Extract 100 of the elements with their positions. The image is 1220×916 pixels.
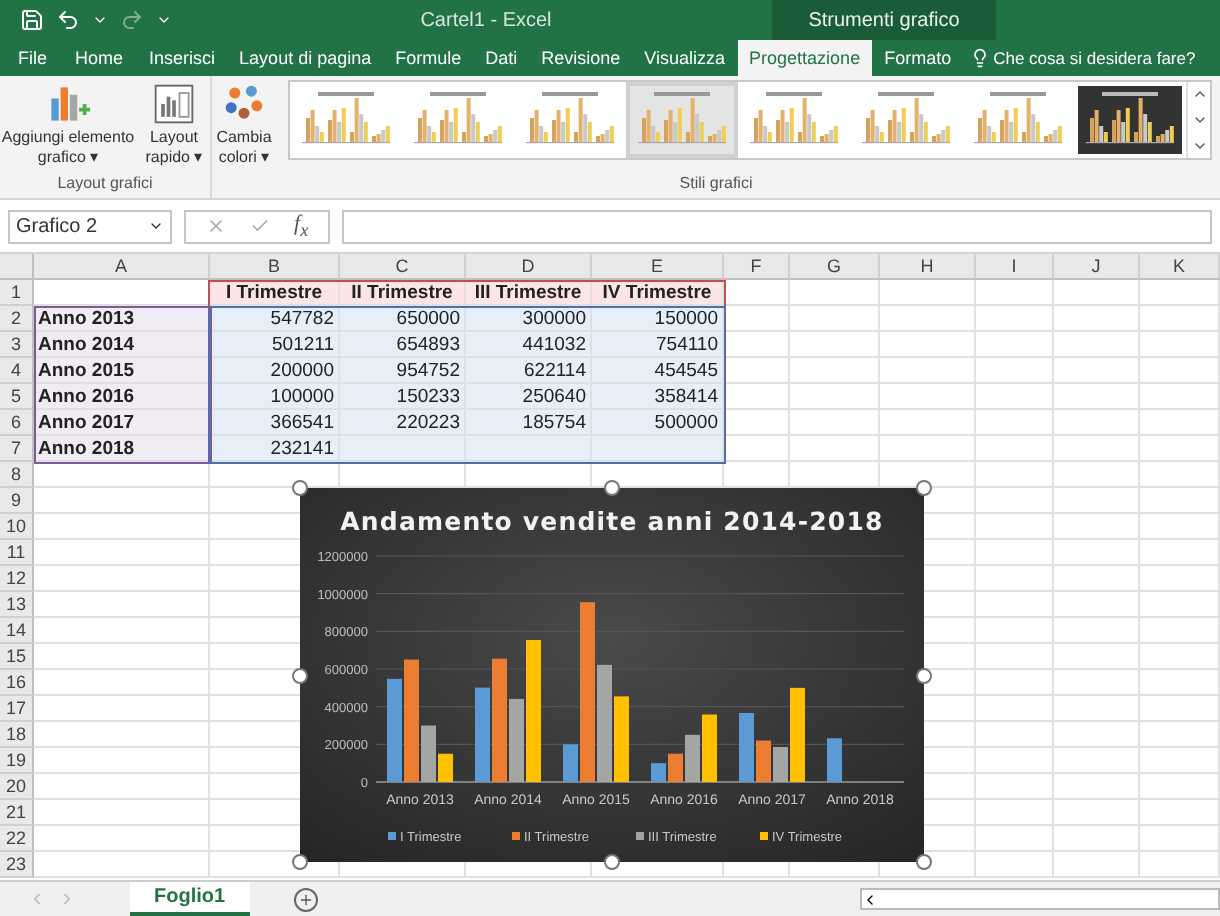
row-header[interactable]: 17 <box>0 696 34 722</box>
ribbon-tab[interactable]: Layout di pagina <box>227 40 384 76</box>
change-colors-button[interactable]: Cambia colori ▾ <box>212 80 276 166</box>
table-cell: 500000 <box>592 410 724 436</box>
column-header[interactable]: H <box>880 254 976 280</box>
column-header[interactable]: C <box>340 254 466 280</box>
table-cell <box>1054 280 1140 306</box>
save-icon[interactable] <box>20 8 44 32</box>
table-cell <box>976 852 1054 878</box>
row-header[interactable]: 9 <box>0 488 34 514</box>
row-header[interactable]: 21 <box>0 800 34 826</box>
table-cell <box>1054 644 1140 670</box>
ribbon-tab[interactable]: Progettazione <box>737 40 873 76</box>
row-header[interactable]: 20 <box>0 774 34 800</box>
column-header[interactable]: F <box>724 254 790 280</box>
row-header[interactable]: 14 <box>0 618 34 644</box>
table-cell <box>466 462 592 488</box>
ribbon-tab[interactable]: Visualizza <box>632 40 738 76</box>
table-cell <box>1054 410 1140 436</box>
row-header[interactable]: 12 <box>0 566 34 592</box>
table-cell <box>1140 566 1220 592</box>
column-header[interactable]: I <box>976 254 1054 280</box>
column-header[interactable]: B <box>210 254 340 280</box>
table-cell <box>790 462 880 488</box>
caret-icon[interactable] <box>92 12 108 28</box>
row-header[interactable]: 11 <box>0 540 34 566</box>
ribbon-tab[interactable]: Revisione <box>529 40 633 76</box>
caret-icon <box>148 218 164 234</box>
ribbon-tab[interactable]: Home <box>61 40 138 76</box>
horizontal-scrollbar[interactable] <box>860 888 1220 910</box>
name-box[interactable]: Grafico 2 <box>8 209 172 243</box>
table-cell <box>880 306 976 332</box>
table-cell <box>724 384 790 410</box>
table-cell <box>1140 748 1220 774</box>
row-header[interactable]: 1 <box>0 280 34 306</box>
table-cell <box>880 462 976 488</box>
ribbon-tab[interactable]: Inserisci <box>137 40 228 76</box>
table-cell <box>1140 774 1220 800</box>
ribbon-tab[interactable]: Formato <box>872 40 964 76</box>
undo-icon[interactable] <box>56 8 80 32</box>
table-cell <box>880 384 976 410</box>
formula-input[interactable] <box>342 209 1212 243</box>
table-cell <box>976 436 1054 462</box>
table-cell <box>976 358 1054 384</box>
row-header[interactable]: 8 <box>0 462 34 488</box>
column-header[interactable]: J <box>1054 254 1140 280</box>
chart-style-thumbnail[interactable] <box>630 86 734 154</box>
table-cell <box>1054 358 1140 384</box>
table-cell: 150000 <box>592 306 724 332</box>
table-cell <box>976 514 1054 540</box>
quick-layout-button[interactable]: Layout rapido ▾ <box>140 80 208 166</box>
row-header[interactable]: 10 <box>0 514 34 540</box>
table-cell <box>724 306 790 332</box>
row-header[interactable]: 18 <box>0 722 34 748</box>
chart-style-thumbnail[interactable] <box>1078 86 1182 154</box>
ribbon-tab[interactable]: Formule <box>383 40 474 76</box>
row-header[interactable]: 4 <box>0 358 34 384</box>
insert-function-button[interactable]: f$_{x}$ <box>294 211 309 241</box>
scroll-down-icon[interactable] <box>1191 112 1207 128</box>
row-header[interactable]: 16 <box>0 670 34 696</box>
table-cell: 100000 <box>210 384 340 410</box>
table-cell: Anno 2015 <box>34 358 210 384</box>
row-header[interactable]: 2 <box>0 306 34 332</box>
table-cell <box>724 462 790 488</box>
customize-caret-icon[interactable] <box>156 12 172 28</box>
add-sheet-button[interactable] <box>293 887 318 911</box>
table-cell <box>790 280 880 306</box>
ribbon-tab[interactable]: File <box>4 40 62 76</box>
row-header[interactable]: 22 <box>0 826 34 852</box>
row-header[interactable]: 5 <box>0 384 34 410</box>
sheet-tab[interactable]: Foglio1 <box>130 882 250 916</box>
add-chart-element-button[interactable]: Aggiungi elemento grafico ▾ <box>0 80 136 166</box>
tell-me-field[interactable]: Che cosa si desidera fare? <box>993 48 1196 68</box>
table-cell <box>1140 332 1220 358</box>
table-cell <box>880 280 976 306</box>
table-cell: 250640 <box>466 384 592 410</box>
row-header[interactable]: 23 <box>0 852 34 878</box>
table-cell <box>340 462 466 488</box>
column-header[interactable]: D <box>466 254 592 280</box>
table-cell <box>976 566 1054 592</box>
column-header[interactable]: E <box>592 254 724 280</box>
row-header[interactable]: 6 <box>0 410 34 436</box>
scroll-left-icon[interactable] <box>862 891 878 907</box>
lightbulb-icon[interactable] <box>969 48 990 68</box>
column-header[interactable]: A <box>34 254 210 280</box>
table-cell <box>1054 722 1140 748</box>
row-header[interactable]: 13 <box>0 592 34 618</box>
row-header[interactable]: 15 <box>0 644 34 670</box>
table-cell <box>976 540 1054 566</box>
table-cell <box>724 280 790 306</box>
column-header[interactable]: K <box>1140 254 1220 280</box>
table-cell: 547782 <box>210 306 340 332</box>
row-header[interactable]: 3 <box>0 332 34 358</box>
table-cell <box>976 280 1054 306</box>
table-cell <box>976 722 1054 748</box>
row-header[interactable]: 19 <box>0 748 34 774</box>
ribbon-tab[interactable]: Dati <box>473 40 530 76</box>
row-header[interactable]: 7 <box>0 436 34 462</box>
column-header[interactable]: G <box>790 254 880 280</box>
table-cell <box>1054 592 1140 618</box>
